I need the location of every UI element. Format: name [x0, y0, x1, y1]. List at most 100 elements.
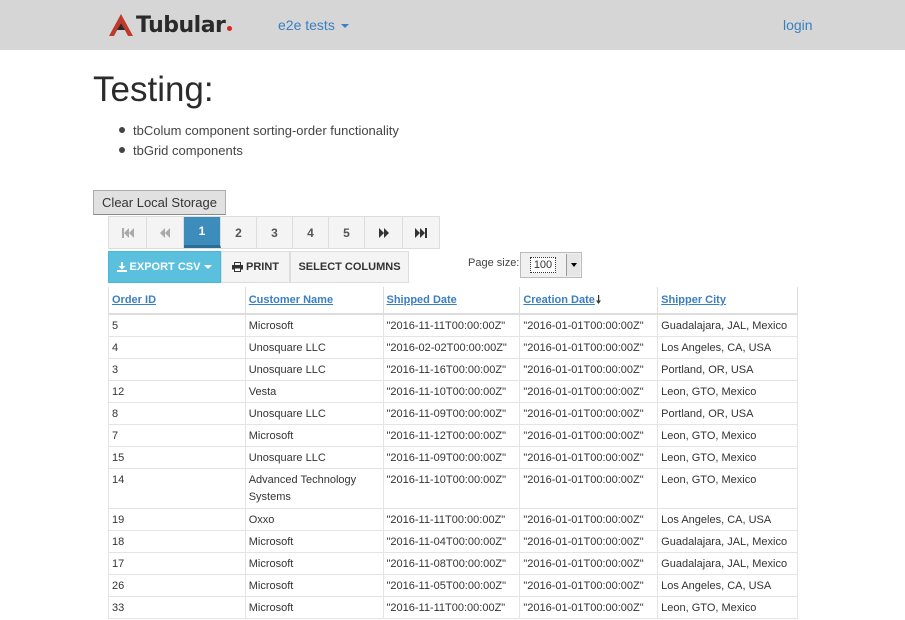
order-id-cell: 8: [108, 401, 246, 425]
page-button-4[interactable]: 4: [293, 217, 329, 248]
grid-body: 5 Microsoft "2016-11-11T00:00:00Z" "2016-01…: [108, 313, 798, 619]
page-size-select[interactable]: 100: [520, 252, 582, 278]
customer-name-cell: Microsoft: [244, 529, 384, 553]
shipped-date-cell: "2016-02-02T00:00:00Z": [382, 335, 521, 359]
select-columns-button[interactable]: SELECT COLUMNS: [290, 251, 409, 283]
shipped-date-cell: "2016-11-12T00:00:00Z": [382, 423, 521, 447]
print-icon: [232, 262, 243, 272]
column-header-label[interactable]: Customer Name: [249, 294, 333, 306]
table-row[interactable]: 26 Microsoft "2016-11-05T00:00:00Z" "2016-0…: [108, 573, 798, 597]
order-id-cell: 15: [108, 445, 246, 469]
customer-name-cell: Microsoft: [244, 595, 384, 619]
caret-down-icon: [340, 24, 349, 29]
shipped-date-cell: "2016-11-09T00:00:00Z": [382, 445, 521, 469]
table-row[interactable]: 15 Unosquare LLC "2016-11-09T00:00:00Z" "20…: [108, 445, 798, 469]
tubular-logo-icon: [109, 14, 133, 36]
clear-local-storage-button[interactable]: Clear Local Storage: [93, 190, 226, 215]
shipped-date-cell: "2016-11-08T00:00:00Z": [382, 551, 521, 575]
order-id-cell: 26: [108, 573, 246, 597]
column-header-order-id[interactable]: Order ID: [108, 287, 246, 315]
shipper-city-cell: Guadalajara, JAL, Mexico: [657, 313, 798, 337]
order-id-cell: 17: [108, 551, 246, 575]
customer-name-cell: Unosquare LLC: [244, 445, 384, 469]
shipped-date-cell: "2016-11-05T00:00:00Z": [382, 573, 521, 597]
creation-date-cell: "2016-01-01T00:00:00Z": [519, 357, 659, 381]
shipped-date-cell: "2016-11-11T00:00:00Z": [382, 313, 521, 337]
page-button-2[interactable]: 2: [221, 217, 257, 248]
creation-date-cell: "2016-01-01T00:00:00Z": [519, 335, 659, 359]
testing-list-item: tbGrid components: [119, 142, 399, 162]
column-header-label[interactable]: Creation Date: [523, 294, 595, 306]
customer-name-cell: Microsoft: [244, 573, 384, 597]
creation-date-cell: "2016-01-01T00:00:00Z": [519, 573, 659, 597]
shipper-city-cell: Leon, GTO, Mexico: [657, 379, 798, 403]
last-page-button[interactable]: [403, 217, 439, 248]
top-navbar: Tubular e2e tests login: [0, 0, 905, 50]
export-csv-label: EXPORT CSV: [129, 261, 201, 273]
first-page-button[interactable]: [109, 217, 147, 248]
previous-page-button[interactable]: [147, 217, 184, 248]
caret-down-icon: [204, 265, 213, 269]
shipper-city-cell: Leon, GTO, Mexico: [657, 423, 798, 447]
e2e-tests-menu[interactable]: e2e tests: [278, 17, 349, 33]
page-size-value: 100: [530, 257, 556, 273]
column-header-customer-name[interactable]: Customer Name: [244, 287, 384, 315]
next-page-button[interactable]: [365, 217, 403, 248]
table-row[interactable]: 19 Oxxo "2016-11-11T00:00:00Z" "2016-01-01T…: [108, 507, 798, 531]
customer-name-cell: Microsoft: [244, 313, 384, 337]
order-id-cell: 3: [108, 357, 246, 381]
shipper-city-cell: Portland, OR, USA: [657, 401, 798, 425]
shipper-city-cell: Los Angeles, CA, USA: [657, 507, 798, 531]
brand-name: Tubular: [136, 12, 226, 38]
login-link[interactable]: login: [783, 17, 813, 33]
table-row[interactable]: 33 Microsoft "2016-11-11T00:00:00Z" "2016-0…: [108, 595, 798, 619]
creation-date-cell: "2016-01-01T00:00:00Z": [519, 595, 659, 619]
column-header-label[interactable]: Shipped Date: [387, 294, 457, 306]
rewind-icon: [160, 227, 170, 238]
table-row[interactable]: 7 Microsoft "2016-11-12T00:00:00Z" "2016-01…: [108, 423, 798, 447]
table-row[interactable]: 4 Unosquare LLC "2016-02-02T00:00:00Z" "201…: [108, 335, 798, 359]
page-button-1[interactable]: 1: [184, 217, 221, 248]
shipped-date-cell: "2016-11-10T00:00:00Z": [382, 379, 521, 403]
column-header-shipper-city[interactable]: Shipper City: [657, 287, 798, 315]
table-row[interactable]: 17 Microsoft "2016-11-08T00:00:00Z" "2016-0…: [108, 551, 798, 575]
sort-descending-icon: [595, 295, 601, 304]
table-row[interactable]: 14 Advanced Technology Systems "2016-11-10…: [108, 467, 798, 509]
export-csv-button[interactable]: EXPORT CSV: [108, 251, 221, 283]
creation-date-cell: "2016-01-01T00:00:00Z": [519, 551, 659, 575]
page-button-3[interactable]: 3: [257, 217, 293, 248]
shipper-city-cell: Portland, OR, USA: [657, 357, 798, 381]
pagination: 1 2 3 4 5: [108, 216, 440, 249]
column-header-shipped-date[interactable]: Shipped Date: [382, 287, 521, 315]
order-id-cell: 14: [108, 467, 246, 509]
table-row[interactable]: 5 Microsoft "2016-11-11T00:00:00Z" "2016-01…: [108, 313, 798, 337]
shipper-city-cell: Leon, GTO, Mexico: [657, 467, 798, 509]
creation-date-cell: "2016-01-01T00:00:00Z": [519, 379, 659, 403]
shipped-date-cell: "2016-11-09T00:00:00Z": [382, 401, 521, 425]
customer-name-cell: Vesta: [244, 379, 384, 403]
creation-date-cell: "2016-01-01T00:00:00Z": [519, 401, 659, 425]
order-id-cell: 12: [108, 379, 246, 403]
order-id-cell: 5: [108, 313, 246, 337]
creation-date-cell: "2016-01-01T00:00:00Z": [519, 467, 659, 509]
column-header-label[interactable]: Order ID: [112, 294, 156, 306]
column-header-creation-date[interactable]: Creation Date: [519, 287, 659, 315]
table-row[interactable]: 18 Microsoft "2016-11-04T00:00:00Z" "2016-0…: [108, 529, 798, 553]
creation-date-cell: "2016-01-01T00:00:00Z": [519, 313, 659, 337]
table-row[interactable]: 12 Vesta "2016-11-10T00:00:00Z" "2016-01-01…: [108, 379, 798, 403]
page-size-label: Page size:: [468, 257, 520, 269]
order-id-cell: 33: [108, 595, 246, 619]
shipped-date-cell: "2016-11-11T00:00:00Z": [382, 595, 521, 619]
shipped-date-cell: "2016-11-04T00:00:00Z": [382, 529, 521, 553]
shipped-date-cell: "2016-11-11T00:00:00Z": [382, 507, 521, 531]
creation-date-cell: "2016-01-01T00:00:00Z": [519, 529, 659, 553]
print-button[interactable]: PRINT: [221, 251, 290, 283]
shipper-city-cell: Guadalajara, JAL, Mexico: [657, 529, 798, 553]
dropdown-arrow-icon[interactable]: [566, 254, 580, 276]
table-row[interactable]: 8 Unosquare LLC "2016-11-09T00:00:00Z" "201…: [108, 401, 798, 425]
column-header-label[interactable]: Shipper City: [661, 294, 726, 306]
skip-forward-icon: [415, 227, 427, 238]
table-row[interactable]: 3 Unosquare LLC "2016-11-16T00:00:00Z" "201…: [108, 357, 798, 381]
page-button-5[interactable]: 5: [329, 217, 365, 248]
brand-logo[interactable]: Tubular: [108, 11, 233, 39]
